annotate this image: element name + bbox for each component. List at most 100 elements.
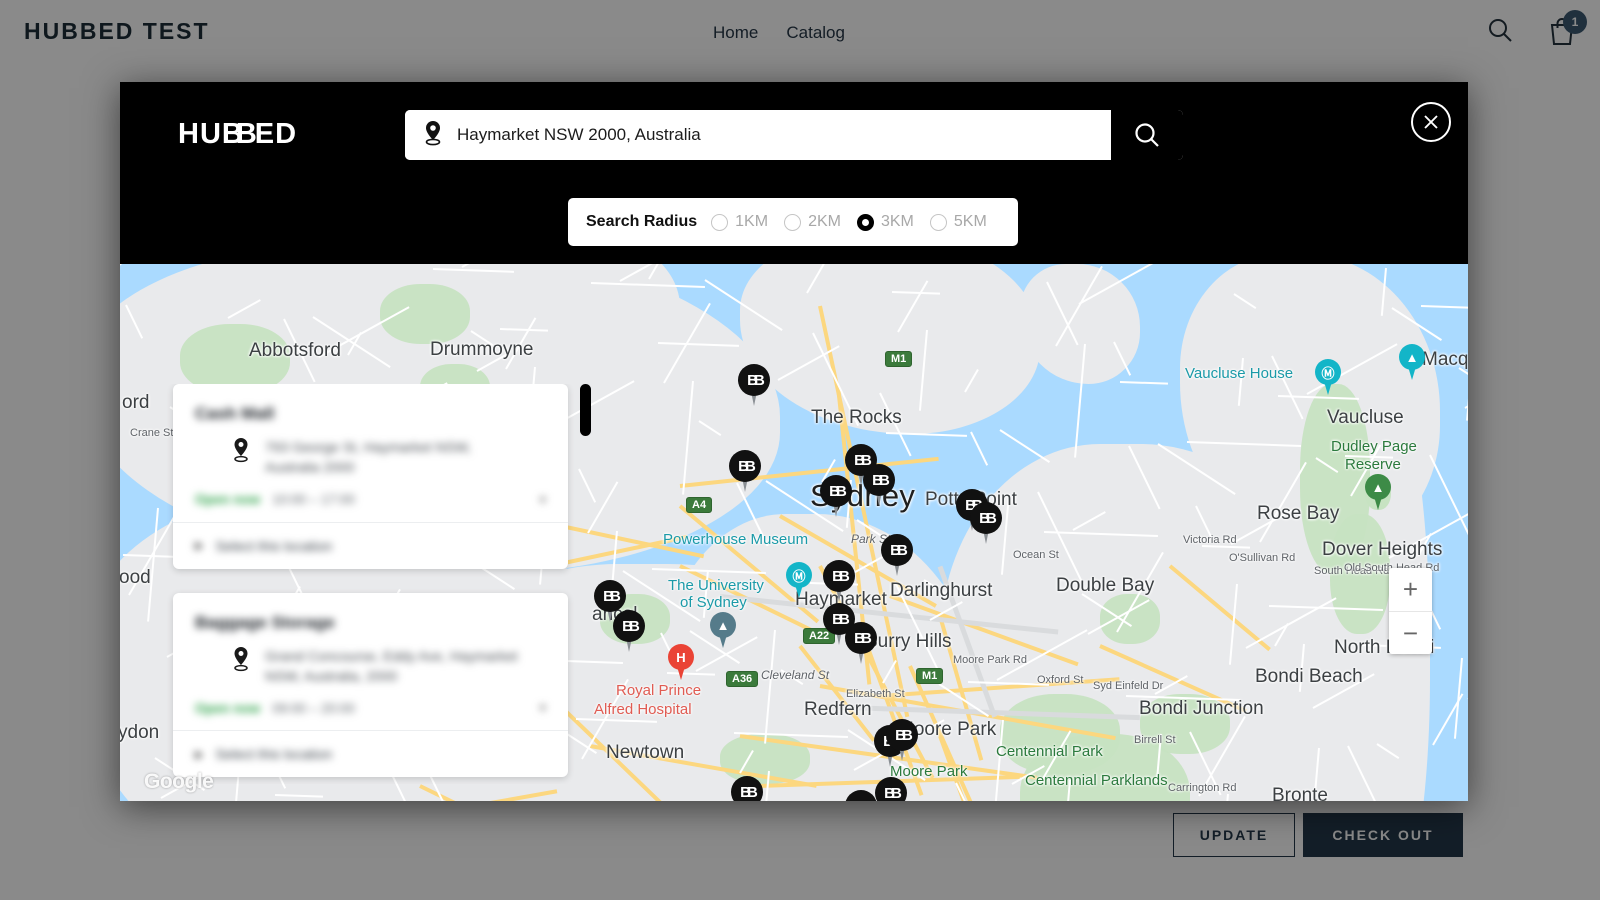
- hubbed-bb-icon: BB: [832, 567, 850, 585]
- hubbed-store-marker[interactable]: BB: [738, 364, 770, 406]
- search-input-value[interactable]: Haymarket NSW 2000, Australia: [457, 125, 701, 145]
- marker-head: BB: [820, 475, 852, 507]
- hubbed-store-marker[interactable]: BB: [886, 719, 918, 761]
- radio-dot: [784, 213, 802, 231]
- store-name: Cash Mall: [195, 404, 275, 423]
- radius-option-label: 3KM: [880, 213, 914, 230]
- store-open-status: Open now: [195, 492, 261, 508]
- store-address-row: Grand Concourse, Eddy Ave, Haymarket NSW…: [195, 646, 546, 687]
- store-hours: 10:00 – 17:00: [272, 492, 355, 508]
- hubbed-store-marker[interactable]: BB: [875, 777, 907, 801]
- modal-header: HU BB ED Haymarket NSW 2000, Australia S…: [120, 82, 1468, 264]
- store-address-row: 793 George St, Haymarket NSW, Australia …: [195, 437, 546, 478]
- hubbed-store-marker[interactable]: BB: [845, 622, 877, 664]
- marker-head: BB: [845, 790, 877, 801]
- google-attribution: Google: [144, 770, 214, 793]
- hubbed-logo-part2: ED: [254, 118, 298, 150]
- store-hours: 09:00 – 20:00: [272, 700, 355, 716]
- hubbed-store-marker[interactable]: BB: [970, 502, 1002, 544]
- hubbed-store-marker[interactable]: BB: [820, 475, 852, 517]
- hubbed-store-marker[interactable]: BB: [881, 534, 913, 576]
- hubbed-bb-icon: BB: [738, 457, 756, 475]
- hubbed-bb-icon: BB: [854, 799, 872, 802]
- marker-glyph: Ⓜ: [786, 562, 812, 588]
- search-radius-label: Search Radius: [586, 213, 698, 230]
- select-location-label: Select this location: [215, 537, 333, 554]
- map-poi-marker[interactable]: ▲: [710, 612, 736, 648]
- radio-dot: [929, 213, 947, 231]
- chevron-right-icon: ▶: [195, 540, 204, 553]
- radius-option-1km[interactable]: 1KM: [711, 213, 768, 231]
- chevron-down-icon[interactable]: ▾: [539, 492, 546, 508]
- radius-radio-group: 1KM 2KM 3KM 5KM: [711, 213, 1003, 231]
- marker-head: BB: [875, 777, 907, 801]
- hubbed-bb-icon: BB: [747, 371, 765, 389]
- hubbed-bb-icon: BB: [740, 783, 758, 801]
- store-hours-row: Open now 10:00 – 17:00 ▾: [195, 492, 546, 508]
- radius-option-label: 5KM: [953, 213, 987, 230]
- radius-option-label: 2KM: [808, 213, 841, 230]
- radio-dot: [711, 213, 729, 231]
- map-park-area: [1330, 514, 1390, 634]
- select-location-button[interactable]: ▶ Select this location: [173, 521, 568, 569]
- store-result-card[interactable]: Cash Mall 793 George St, Haymarket NSW, A…: [173, 384, 568, 569]
- marker-head: BB: [729, 450, 761, 482]
- map-poi-marker[interactable]: Ⓜ: [1315, 359, 1341, 395]
- results-scrollbar-thumb[interactable]: [580, 384, 591, 436]
- hubbed-store-marker[interactable]: BB: [863, 464, 895, 506]
- search-submit-button[interactable]: [1111, 110, 1183, 160]
- marker-head: BB: [863, 464, 895, 496]
- marker-glyph: H: [668, 644, 694, 670]
- store-result-card[interactable]: Baggage Storage Grand Concourse, Eddy Ave…: [173, 592, 568, 778]
- map-poi-marker[interactable]: ▲: [1399, 344, 1425, 380]
- search-input[interactable]: Haymarket NSW 2000, Australia: [405, 110, 1111, 160]
- marker-glyph: Ⓜ: [1315, 359, 1341, 385]
- results-scrollbar[interactable]: [580, 384, 591, 784]
- chevron-right-icon: ▶: [195, 748, 204, 761]
- store-open-status: Open now: [195, 700, 261, 716]
- marker-head: BB: [731, 776, 763, 801]
- map-viewport[interactable]: Sydney The Rocks Potts Point Darlinghurst Ha…: [120, 264, 1468, 801]
- highway-shield: M1: [916, 668, 944, 684]
- hubbed-store-marker[interactable]: BB: [823, 560, 855, 602]
- hubbed-bb-icon: BB: [979, 509, 997, 527]
- hubbed-bb-icon: BB: [832, 610, 850, 628]
- close-modal-button[interactable]: [1411, 102, 1451, 142]
- hubbed-bb-icon: BB: [895, 726, 913, 744]
- hubbed-bb-icon: BB: [872, 471, 890, 489]
- hubbed-store-marker[interactable]: BB: [729, 450, 761, 492]
- radius-option-5km[interactable]: 5KM: [929, 213, 987, 231]
- map-park-area: [1100, 594, 1160, 644]
- marker-head: BB: [738, 364, 770, 396]
- store-card-body: Baggage Storage Grand Concourse, Eddy Ave…: [173, 593, 568, 731]
- location-search-bar: Haymarket NSW 2000, Australia: [405, 110, 1183, 160]
- hubbed-store-marker[interactable]: BB: [845, 790, 877, 801]
- map-park-area: [1140, 694, 1230, 754]
- hubbed-bb-icon: BB: [884, 784, 902, 801]
- map-poi-marker[interactable]: ▲: [1365, 474, 1391, 510]
- map-poi-marker[interactable]: H: [668, 644, 694, 680]
- location-pin-icon: [231, 437, 251, 463]
- radius-option-3km[interactable]: 3KM: [856, 213, 914, 231]
- highway-shield: A4: [686, 497, 713, 513]
- select-location-button[interactable]: ▶ Select this location: [173, 730, 568, 777]
- store-name: Baggage Storage: [195, 612, 335, 632]
- marker-glyph: ▲: [1365, 474, 1391, 500]
- zoom-out-button[interactable]: −: [1389, 611, 1432, 654]
- hubbed-store-marker[interactable]: BB: [594, 580, 626, 622]
- map-poi-marker[interactable]: Ⓜ: [786, 562, 812, 598]
- marker-head: BB: [970, 502, 1002, 534]
- marker-head: BB: [823, 560, 855, 592]
- radius-option-2km[interactable]: 2KM: [784, 213, 841, 231]
- select-location-label: Select this location: [215, 746, 333, 763]
- hubbed-logo: HU BB ED: [178, 118, 297, 151]
- results-panel[interactable]: Cash Mall 793 George St, Haymarket NSW, A…: [151, 384, 594, 784]
- results-list: Cash Mall 793 George St, Haymarket NSW, A…: [173, 384, 568, 784]
- hubbed-store-marker[interactable]: BB: [731, 776, 763, 801]
- marker-glyph: ▲: [1399, 344, 1425, 370]
- chevron-down-icon[interactable]: ▾: [539, 700, 546, 716]
- map-zoom-controls: + −: [1389, 568, 1432, 654]
- hubbed-bb-icon: BB: [829, 482, 847, 500]
- zoom-in-button[interactable]: +: [1389, 568, 1432, 611]
- search-radius-control: Search Radius 1KM 2KM 3KM 5KM: [568, 198, 1018, 246]
